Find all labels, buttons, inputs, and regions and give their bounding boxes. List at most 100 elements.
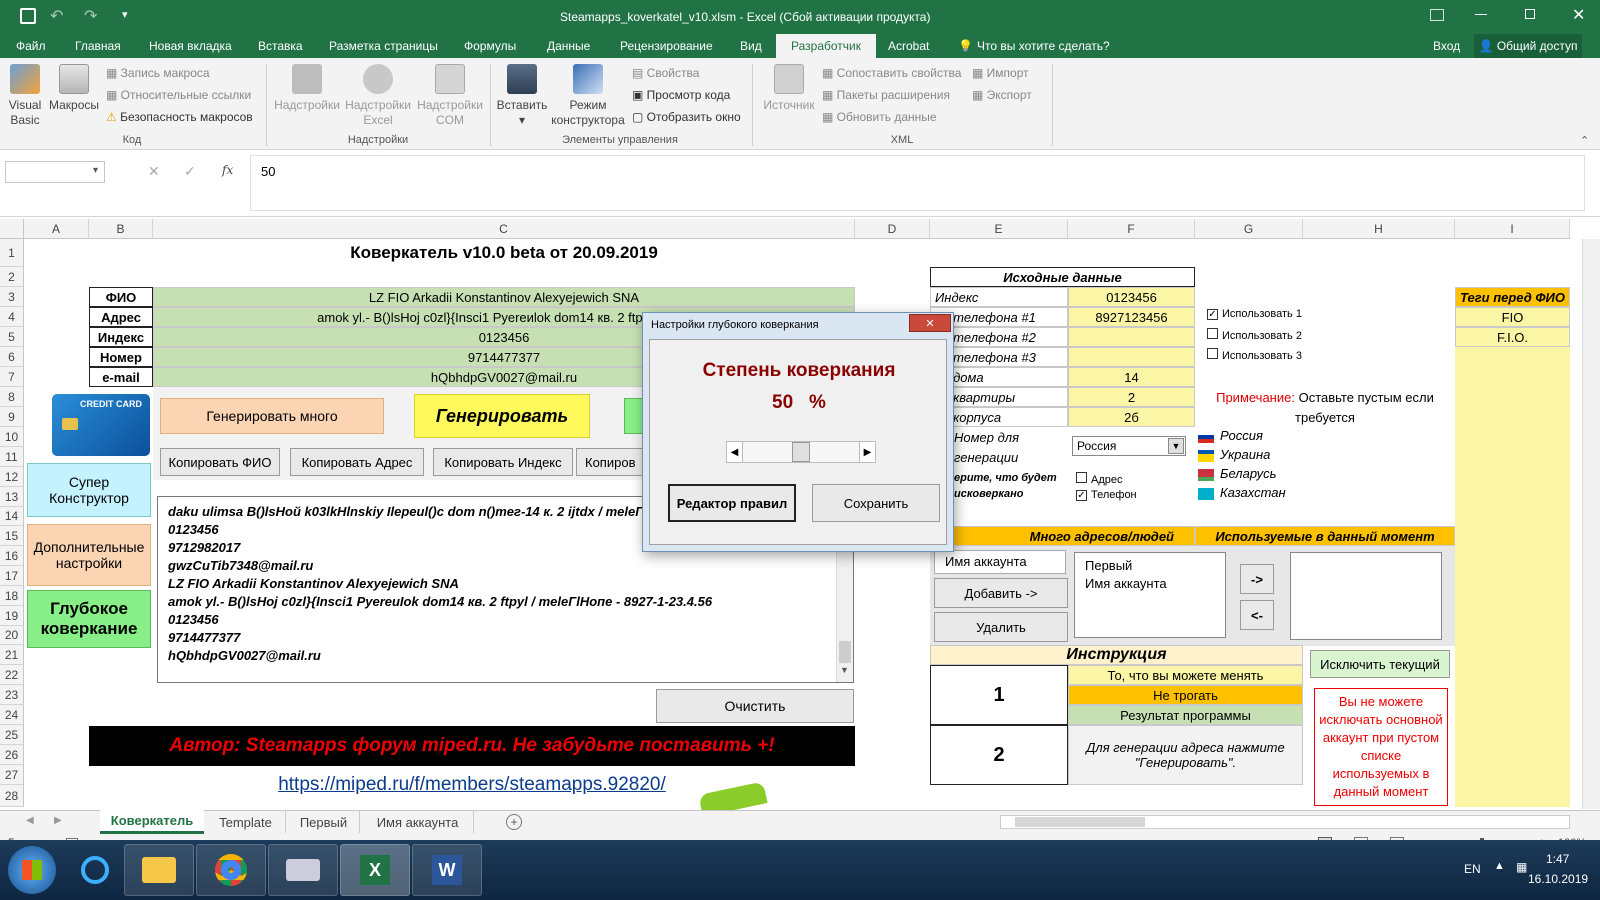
collapse-ribbon-icon[interactable]: ⌃	[1580, 134, 1589, 147]
checkbox-icon[interactable]	[1207, 328, 1218, 339]
source-value[interactable]: 2б	[1068, 407, 1195, 427]
sheet-tab[interactable]: Первый	[288, 811, 360, 833]
row-header[interactable]: 19	[0, 606, 24, 626]
row-header[interactable]: 6	[0, 347, 24, 367]
scroll-right-icon[interactable]: ▶	[859, 442, 875, 462]
dialog-close-button[interactable]: ✕	[909, 314, 951, 332]
row-header[interactable]: 7	[0, 367, 24, 387]
properties-button[interactable]: ▤ Свойства	[632, 65, 699, 81]
tab-developer[interactable]: Разработчик	[776, 34, 876, 58]
tag-item[interactable]: F.I.O.	[1455, 327, 1570, 347]
name-box[interactable]: ▾	[5, 161, 105, 183]
visual-basic-button[interactable]: Visual Basic	[6, 64, 44, 128]
taskbar-ie[interactable]	[60, 844, 130, 896]
scroll-down-icon[interactable]: ▼	[840, 665, 849, 675]
tray-network-icon[interactable]: ▦	[1516, 860, 1527, 874]
row-header[interactable]: 23	[0, 685, 24, 705]
row-header[interactable]: 14	[0, 507, 24, 526]
account-name-input[interactable]: Имя аккаунта	[934, 550, 1066, 574]
row-header[interactable]: 2	[0, 267, 24, 287]
row-header[interactable]: 20	[0, 626, 24, 645]
scroll-left-icon[interactable]: ◀	[727, 442, 743, 462]
copy-address-button[interactable]: Копировать Адрес	[290, 448, 424, 476]
choose-address[interactable]: Адрес	[1076, 472, 1123, 486]
row-header[interactable]: 17	[0, 566, 24, 586]
deep-distortion-button[interactable]: Глубокое коверкание	[27, 590, 151, 648]
relative-refs-button[interactable]: ▦ Относительные ссылки	[106, 87, 251, 103]
tag-item[interactable]: FIO	[1455, 307, 1570, 327]
tab-formulas[interactable]: Формулы	[464, 34, 516, 58]
checkbox-icon[interactable]: ✓	[1076, 490, 1087, 501]
share-button[interactable]: 👤 Общий доступ	[1474, 34, 1582, 58]
formula-input[interactable]: 50	[250, 155, 1585, 211]
source-value[interactable]: 2	[1068, 387, 1195, 407]
use-phone-2[interactable]: Использовать 2	[1207, 328, 1302, 342]
row-header[interactable]: 12	[0, 467, 24, 487]
row-header[interactable]: 24	[0, 705, 24, 725]
country-item[interactable]: Казахстан	[1198, 485, 1302, 500]
copy-fio-button[interactable]: Копировать ФИО	[160, 448, 280, 476]
tab-view[interactable]: Вид	[740, 34, 762, 58]
list-item[interactable]: Первый	[1085, 557, 1215, 575]
tab-review[interactable]: Рецензирование	[620, 34, 713, 58]
copy-more-button[interactable]: Копиров	[576, 448, 644, 476]
language-indicator[interactable]: EN	[1464, 862, 1481, 876]
source-value[interactable]	[1068, 327, 1195, 347]
move-left-button[interactable]: <-	[1240, 600, 1274, 630]
horizontal-scrollbar[interactable]	[1000, 815, 1570, 829]
copy-index-button[interactable]: Копировать Индекс	[433, 448, 573, 476]
row-header[interactable]: 15	[0, 526, 24, 546]
row-header[interactable]: 8	[0, 387, 24, 407]
row-header[interactable]: 10	[0, 427, 24, 447]
column-header[interactable]: B	[89, 219, 153, 239]
taskbar-word[interactable]: W	[412, 844, 482, 896]
taskbar-keyboard[interactable]	[268, 844, 338, 896]
exclude-current-button[interactable]: Исключить текущий	[1310, 650, 1450, 678]
country-item[interactable]: Россия	[1198, 428, 1302, 443]
column-header[interactable]: H	[1303, 219, 1455, 239]
row-header[interactable]: 11	[0, 447, 24, 467]
sheet-tab-active[interactable]: Коверкатель	[100, 810, 204, 834]
row-header[interactable]: 25	[0, 725, 24, 745]
chevron-down-icon[interactable]: ▼	[1168, 438, 1184, 454]
taskbar-explorer[interactable]	[124, 844, 194, 896]
expansion-packs-button[interactable]: ▦ Пакеты расширения	[822, 87, 950, 103]
tab-scroll-left-icon[interactable]: ◀	[26, 815, 34, 826]
accounts-list[interactable]: Первый Имя аккаунта	[1074, 552, 1226, 638]
run-dialog-button[interactable]: ▢ Отобразить окно	[632, 109, 741, 125]
row-header[interactable]: 3	[0, 287, 24, 307]
move-right-button[interactable]: ->	[1240, 564, 1274, 594]
use-phone-1[interactable]: ✓ Использовать 1	[1207, 308, 1302, 320]
partial-green-button[interactable]	[624, 398, 644, 434]
generate-button[interactable]: Генерировать	[414, 394, 590, 438]
minimize-icon[interactable]	[1475, 14, 1487, 15]
checkbox-icon[interactable]	[1207, 348, 1218, 359]
generate-many-button[interactable]: Генерировать много	[160, 398, 384, 434]
refresh-data-button[interactable]: ▦ Обновить данные	[822, 109, 937, 125]
add-account-button[interactable]: Добавить ->	[934, 578, 1068, 608]
export-button[interactable]: ▦ Экспорт	[972, 87, 1032, 103]
taskbar-chrome[interactable]	[196, 844, 266, 896]
delete-account-button[interactable]: Удалить	[934, 612, 1068, 642]
xml-source-button[interactable]: Источник	[758, 64, 820, 113]
clear-button[interactable]: Очистить	[656, 689, 854, 723]
row-header[interactable]: 27	[0, 765, 24, 785]
tab-acrobat[interactable]: Acrobat	[888, 34, 929, 58]
cancel-icon[interactable]: ✕	[148, 163, 160, 180]
sheet-tab[interactable]: Template	[206, 811, 286, 833]
vertical-scrollbar[interactable]	[1582, 239, 1600, 809]
tab-page-layout[interactable]: Разметка страницы	[329, 34, 438, 58]
customize-qat-icon[interactable]: ▾	[122, 8, 128, 21]
excel-addins-button[interactable]: Надстройки Excel	[342, 64, 414, 128]
record-macro-button[interactable]: ▦ Запись макроса	[106, 65, 210, 81]
column-header[interactable]: D	[855, 219, 930, 239]
rules-editor-button[interactable]: Редактор правил	[668, 484, 796, 522]
clock-date[interactable]: 16.10.2019	[1528, 872, 1588, 886]
row-header[interactable]: 4	[0, 307, 24, 327]
source-value[interactable]: 14	[1068, 367, 1195, 387]
row-header[interactable]: 1	[0, 239, 24, 267]
tray-arrow-icon[interactable]: ▲	[1494, 860, 1505, 872]
source-value[interactable]: 8927123456	[1068, 307, 1195, 327]
source-value[interactable]	[1068, 347, 1195, 367]
row-header[interactable]: 16	[0, 546, 24, 566]
